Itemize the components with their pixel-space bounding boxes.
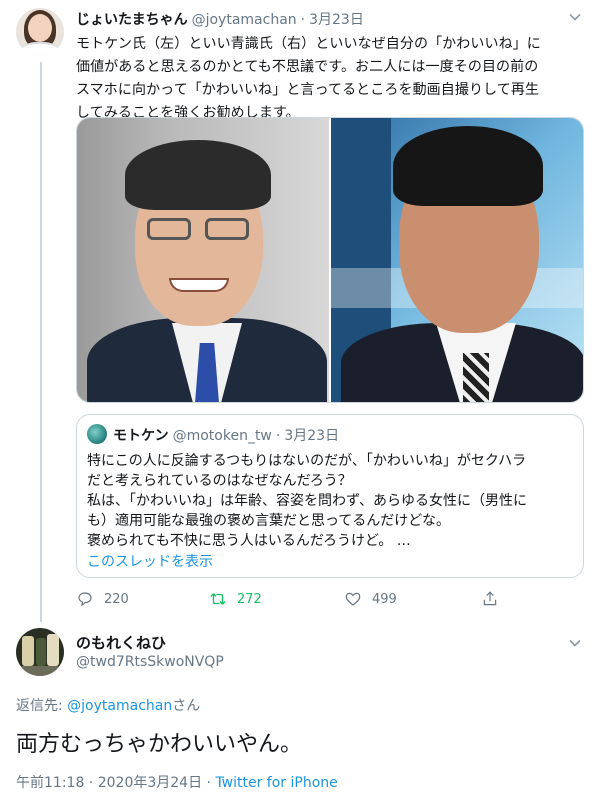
tweet-text-line: モトケン氏（左）といい青識氏（右）といいなぜ自分の「かわいいね」に bbox=[76, 36, 541, 52]
replying-to: 返信先: @joytamachanさん bbox=[16, 695, 200, 715]
share-button[interactable] bbox=[481, 588, 509, 610]
replying-to-suffix: さん bbox=[172, 698, 201, 714]
reply-count: 220 bbox=[104, 591, 129, 607]
handle[interactable]: @joytamachan bbox=[192, 12, 297, 28]
reply-text: 両方むっちゃかわいいやん。 bbox=[16, 732, 303, 757]
chevron-down-icon[interactable] bbox=[566, 634, 584, 652]
handle[interactable]: @twd7RtsSkwoNVQP bbox=[76, 654, 224, 670]
heart-icon bbox=[345, 592, 361, 606]
mention-link[interactable]: @joytamachan bbox=[67, 698, 172, 714]
like-count: 499 bbox=[372, 591, 397, 607]
display-name[interactable]: じょいたまちゃん bbox=[76, 9, 188, 29]
tweet-text: モトケン氏（左）といい青識氏（右）といいなぜ自分の「かわいいね」に 価値があると… bbox=[76, 33, 584, 125]
avatar[interactable] bbox=[16, 8, 64, 56]
photo-image-icon[interactable] bbox=[331, 118, 583, 402]
tweet-text-line: スマホに向かって「かわいいね」と言ってるところを動画自撮りして再生 bbox=[76, 82, 540, 98]
tweet[interactable]: じょいたまちゃん @joytamachan · 3月23日 モトケン氏（左）とい… bbox=[0, 0, 598, 620]
separator-dot: · bbox=[300, 12, 306, 28]
quoted-text-line: 特にこの人に反論するつもりはないのだが、「かわいいね」がセクハラ bbox=[87, 453, 527, 469]
tweet-source-link[interactable]: Twitter for iPhone bbox=[215, 775, 337, 791]
display-name[interactable]: のもれくねひ bbox=[76, 632, 166, 653]
quoted-tweet-text: 特にこの人に反論するつもりはないのだが、「かわいいね」がセクハラ だと考えられて… bbox=[87, 451, 575, 551]
quoted-tweet[interactable]: モトケン @motoken_tw · 3月23日 特にこの人に反論するつもりはな… bbox=[76, 414, 584, 578]
quoted-text-line: 褒められても不快に思う人はいるんだろうけど。 … bbox=[87, 533, 411, 549]
replying-to-label: 返信先: bbox=[16, 698, 68, 714]
separator-dot: · bbox=[84, 775, 98, 791]
tweet-header: じょいたまちゃん @joytamachan · 3月23日 bbox=[76, 9, 364, 29]
display-name[interactable]: モトケン bbox=[113, 425, 169, 445]
retweet-count: 272 bbox=[237, 591, 262, 607]
reply-tweet[interactable]: のもれくねひ @twd7RtsSkwoNVQP 返信先: @joytamacha… bbox=[0, 620, 598, 800]
tweet-date[interactable]: 3月23日 bbox=[284, 425, 339, 445]
tweet-actions: 220 272 499 bbox=[76, 588, 516, 610]
quoted-tweet-header: モトケン @motoken_tw · 3月23日 bbox=[113, 425, 339, 445]
like-button[interactable]: 499 bbox=[344, 588, 397, 610]
avatar[interactable] bbox=[16, 628, 64, 676]
tweet-time[interactable]: 午前11:18 bbox=[16, 775, 84, 791]
reply-bubble-icon bbox=[78, 592, 92, 607]
chevron-down-icon[interactable] bbox=[566, 8, 584, 26]
tweet-text-line: 価値があると思えるのかとても不思議です。お二人には一度その目の前の bbox=[76, 59, 539, 75]
tweet-media[interactable] bbox=[76, 117, 584, 403]
quoted-text-line: 私は、「かわいいね」は年齢、容姿を問わず、あらゆる女性に（男性に bbox=[87, 493, 528, 509]
tweet-full-date[interactable]: 2020年3月24日 bbox=[98, 775, 202, 791]
photo-image-icon[interactable] bbox=[77, 118, 329, 402]
retweet-icon bbox=[210, 593, 226, 605]
avatar[interactable] bbox=[87, 424, 107, 444]
show-thread-link[interactable]: このスレッドを表示 bbox=[87, 551, 213, 571]
separator-dot: · bbox=[275, 428, 281, 444]
handle[interactable]: @motoken_tw bbox=[173, 428, 272, 444]
reply-button[interactable]: 220 bbox=[76, 588, 129, 610]
retweet-button[interactable]: 272 bbox=[209, 588, 262, 610]
tweet-date[interactable]: 3月23日 bbox=[309, 9, 364, 29]
quoted-text-line: だと考えられているのはなぜなんだろう？ bbox=[87, 473, 352, 489]
tweet-meta: 午前11:18 · 2020年3月24日 · Twitter for iPhon… bbox=[16, 772, 338, 792]
separator-dot: · bbox=[202, 775, 216, 791]
quoted-text-line: も）適用可能な最強の褒め言葉だと思ってるんだけどな。 bbox=[87, 513, 451, 529]
share-icon bbox=[483, 591, 497, 606]
